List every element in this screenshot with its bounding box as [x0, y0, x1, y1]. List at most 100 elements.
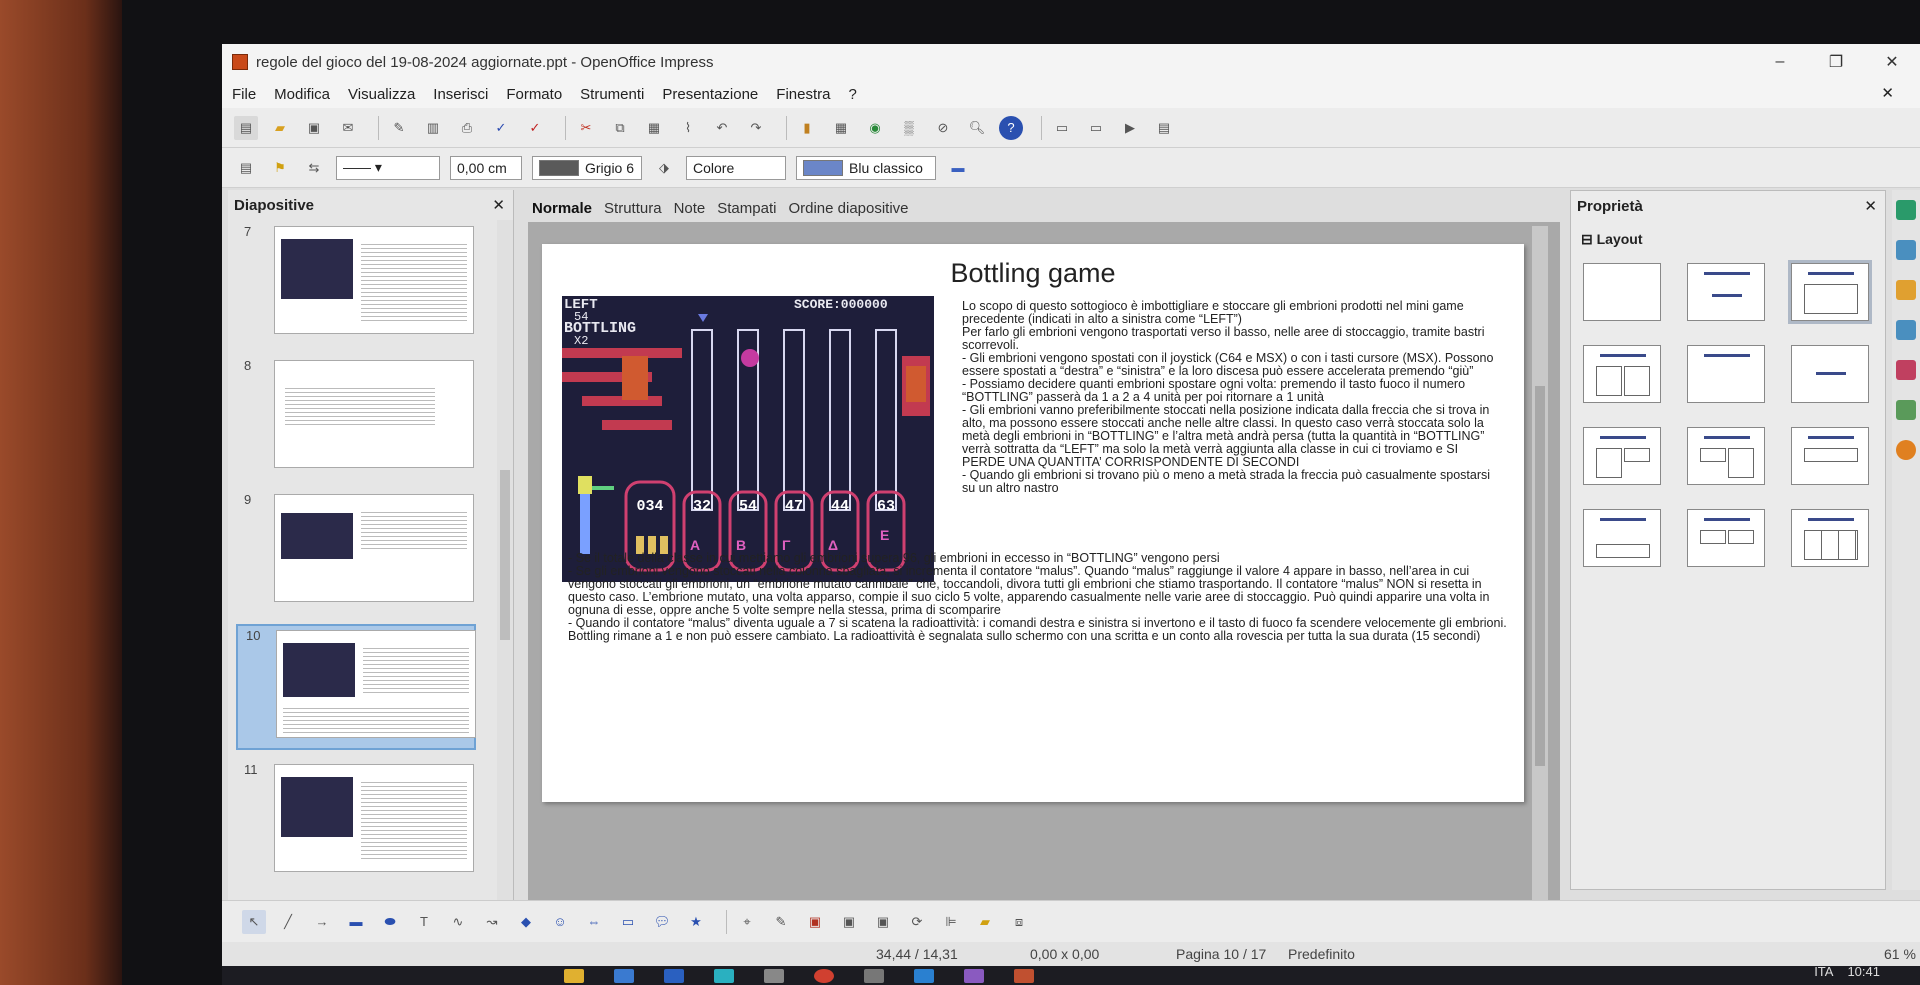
shadow-icon[interactable]: ▬: [946, 156, 970, 180]
extrusion-icon[interactable]: ⧈: [1007, 910, 1031, 934]
slide-show-icon[interactable]: ▶: [1118, 116, 1142, 140]
slide-thumbnail[interactable]: 11: [236, 760, 476, 882]
draw-arrow-icon[interactable]: →: [310, 910, 334, 934]
transition-deck-icon[interactable]: [1896, 320, 1916, 340]
layout-title-only[interactable]: [1687, 263, 1765, 321]
slide-layout-icon[interactable]: ▭: [1050, 116, 1074, 140]
open-folder-icon[interactable]: ▰: [268, 116, 292, 140]
styles-icon[interactable]: ▤: [234, 156, 258, 180]
layout-split-content[interactable]: [1687, 427, 1765, 485]
copy-icon[interactable]: ⧉: [608, 116, 632, 140]
help-icon[interactable]: ?: [999, 115, 1023, 140]
gallery-icon[interactable]: ▣: [871, 910, 895, 934]
scrollbar-thumb[interactable]: [500, 470, 510, 640]
store-icon[interactable]: [614, 969, 634, 983]
menu-visualizza[interactable]: Visualizza: [348, 86, 415, 103]
flowchart-icon[interactable]: ▭: [616, 910, 640, 934]
basic-shapes-icon[interactable]: ◆: [514, 910, 538, 934]
layout-title-two-rows[interactable]: [1791, 427, 1869, 485]
close-presentation-icon[interactable]: ▤: [1152, 116, 1176, 140]
layout-title-centered[interactable]: [1687, 345, 1765, 403]
photos-icon[interactable]: [764, 969, 784, 983]
styles-deck-icon[interactable]: [1896, 360, 1916, 380]
rotate-icon[interactable]: ⟳: [905, 910, 929, 934]
text-tool-icon[interactable]: T: [412, 910, 436, 934]
layout-section-header[interactable]: ⊟ Layout: [1581, 231, 1643, 248]
curve-icon[interactable]: ∿: [446, 910, 470, 934]
line-style-select[interactable]: ―― ▾: [336, 155, 440, 180]
layout-title-stacked[interactable]: [1583, 509, 1661, 567]
impress-taskbar-icon[interactable]: [1014, 969, 1034, 983]
print-icon[interactable]: ⎙: [455, 116, 479, 140]
line-icon[interactable]: ⚑: [268, 156, 292, 180]
taskbar-app-icon[interactable]: [964, 969, 984, 983]
tab-stampati[interactable]: Stampati: [717, 200, 776, 217]
slide-thumbnail[interactable]: 9: [236, 490, 476, 612]
email-icon[interactable]: ✉: [336, 116, 360, 140]
redo-icon[interactable]: ↷: [744, 116, 768, 140]
edge-icon[interactable]: [714, 969, 734, 983]
arrow-style-icon[interactable]: ⇆: [302, 156, 326, 180]
chrome-icon[interactable]: [814, 969, 834, 983]
menu-modifica[interactable]: Modifica: [274, 86, 330, 103]
export-pdf-icon[interactable]: ▥: [421, 116, 445, 140]
slide-design-icon[interactable]: ▭: [1084, 116, 1108, 140]
rectangle-icon[interactable]: ▬: [344, 910, 368, 934]
line-color-select[interactable]: Grigio 6: [532, 155, 642, 180]
symbol-shapes-icon[interactable]: ☺: [548, 910, 572, 934]
layout-title-six[interactable]: [1791, 509, 1869, 567]
vscode-icon[interactable]: [914, 969, 934, 983]
close-document-icon[interactable]: ✕: [1881, 84, 1894, 102]
gallery-deck-icon[interactable]: [1896, 400, 1916, 420]
cut-icon[interactable]: ✂: [574, 116, 598, 140]
vertical-scrollbar[interactable]: [1532, 226, 1548, 902]
slide-text-right[interactable]: Lo scopo di questo sottogioco è imbottig…: [962, 300, 1502, 495]
language-indicator[interactable]: ITA: [1814, 964, 1833, 979]
menu-file[interactable]: File: [232, 86, 256, 103]
slide-editing-area[interactable]: Bottling game LEFT 54 BOTTLING X2 SCORE:…: [528, 222, 1560, 930]
table-icon[interactable]: ▦: [829, 116, 853, 140]
spellcheck-icon[interactable]: ✓: [489, 116, 513, 140]
minimize-button[interactable]: –: [1752, 44, 1808, 80]
navigator-icon[interactable]: ◉: [863, 116, 887, 140]
layout-centered-text[interactable]: [1791, 345, 1869, 403]
alignment-icon[interactable]: ⊫: [939, 910, 963, 934]
layout-title-content[interactable]: [1788, 260, 1872, 324]
slide-title[interactable]: Bottling game: [542, 258, 1524, 289]
current-slide[interactable]: Bottling game LEFT 54 BOTTLING X2 SCORE:…: [542, 244, 1524, 802]
slides-scrollbar[interactable]: [497, 220, 513, 906]
glue-points-icon[interactable]: ✎: [769, 910, 793, 934]
restore-button[interactable]: ❐: [1808, 44, 1864, 80]
line-width-field[interactable]: 0,00 cm: [450, 155, 522, 180]
format-paintbrush-icon[interactable]: ⌇: [676, 116, 700, 140]
undo-icon[interactable]: ↶: [710, 116, 734, 140]
autospell-icon[interactable]: ✓: [523, 116, 547, 140]
edit-file-icon[interactable]: ✎: [387, 116, 411, 140]
tab-note[interactable]: Note: [674, 200, 706, 217]
from-file-icon[interactable]: ▣: [837, 910, 861, 934]
save-icon[interactable]: ▣: [302, 116, 326, 140]
menu-formato[interactable]: Formato: [506, 86, 562, 103]
zoom-level[interactable]: 61 %: [1884, 946, 1916, 962]
block-arrows-icon[interactable]: ⇔: [582, 910, 606, 934]
layout-title-two-columns[interactable]: [1583, 345, 1661, 403]
close-panel-icon[interactable]: ✕: [492, 196, 505, 214]
tab-ordine-diapositive[interactable]: Ordine diapositive: [788, 200, 908, 217]
clock[interactable]: 10:41: [1847, 964, 1880, 979]
menu-presentazione[interactable]: Presentazione: [662, 86, 758, 103]
slide-thumbnail[interactable]: 7: [236, 222, 476, 344]
area-color-select[interactable]: Blu classico: [796, 155, 936, 180]
close-properties-icon[interactable]: ✕: [1864, 197, 1877, 215]
layout-blank[interactable]: [1583, 263, 1661, 321]
new-document-icon[interactable]: ▤: [234, 115, 258, 140]
layout-title-four[interactable]: [1687, 509, 1765, 567]
grid-icon[interactable]: ▒: [897, 116, 921, 140]
mail-icon[interactable]: [664, 969, 684, 983]
callouts-icon[interactable]: 💬︎: [650, 910, 674, 934]
slide-text-bottom[interactable]: - Se il totale della classe in cui metti…: [568, 552, 1508, 643]
fontwork-icon[interactable]: ▣: [803, 910, 827, 934]
animation-deck-icon[interactable]: [1896, 280, 1916, 300]
layout-content-split[interactable]: [1583, 427, 1661, 485]
properties-deck-icon[interactable]: [1896, 200, 1916, 220]
connector-icon[interactable]: ↝: [480, 910, 504, 934]
